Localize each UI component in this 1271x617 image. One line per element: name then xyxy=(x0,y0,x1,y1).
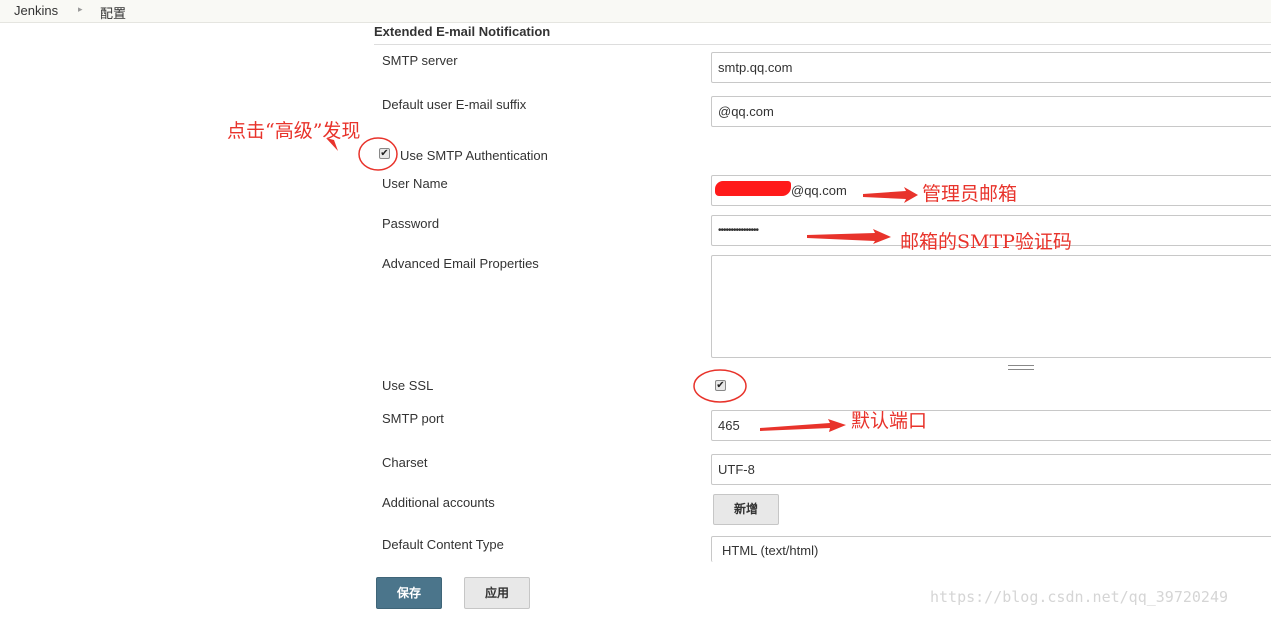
annotation-overlay xyxy=(326,137,918,432)
annotation-admin-email: 管理员邮箱 xyxy=(922,183,1018,205)
annotation-default-port: 默认端口 xyxy=(851,410,928,432)
annotation-advanced: 点击“高级”发现 xyxy=(227,120,361,142)
annotation-arrow-default-port xyxy=(760,419,846,432)
annotation-arrow-admin-email xyxy=(863,187,918,203)
annotation-arrow-smtp-code xyxy=(807,229,891,244)
annotation-circle-ssl xyxy=(693,369,747,403)
watermark: https://blog.csdn.net/qq_39720249 xyxy=(930,588,1229,606)
annotation-circle-smtp-auth xyxy=(358,137,398,171)
annotation-smtp-code: 邮箱的SMTP验证码 xyxy=(900,231,1072,253)
